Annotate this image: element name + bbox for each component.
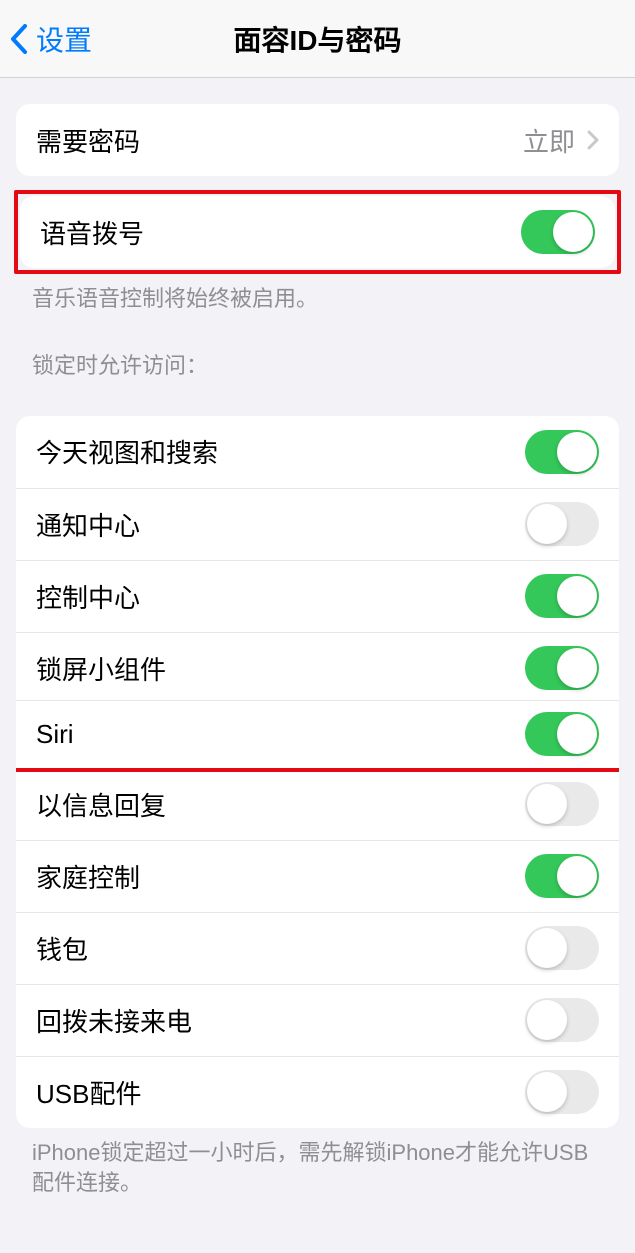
navigation-bar: 设置 面容ID与密码 xyxy=(0,0,635,78)
toggle-knob xyxy=(527,1000,567,1040)
chevron-right-icon xyxy=(587,130,599,150)
allow-access-label: 回拨未接来电 xyxy=(36,1002,192,1039)
allow-access-toggle[interactable] xyxy=(525,926,599,970)
allow-access-toggle[interactable] xyxy=(525,782,599,826)
toggle-knob xyxy=(557,432,597,472)
allow-access-row: Siri xyxy=(16,700,619,772)
chevron-left-icon xyxy=(10,24,28,54)
require-passcode-value: 立即 xyxy=(523,122,599,159)
toggle-knob xyxy=(557,576,597,616)
allow-access-row: 通知中心 xyxy=(16,488,619,560)
allow-access-toggle[interactable] xyxy=(525,854,599,898)
allow-access-label: 控制中心 xyxy=(36,578,140,615)
voice-dial-highlight: 语音拨号 xyxy=(14,190,621,274)
toggle-knob xyxy=(557,648,597,688)
voice-dial-footer: 音乐语音控制将始终被启用。 xyxy=(0,274,635,323)
allow-access-label: 以信息回复 xyxy=(36,786,166,823)
toggle-knob xyxy=(557,714,597,754)
allow-access-toggle[interactable] xyxy=(525,646,599,690)
allow-access-row: 家庭控制 xyxy=(16,840,619,912)
allow-access-label: 钱包 xyxy=(36,930,88,967)
allow-access-row: 今天视图和搜索 xyxy=(16,416,619,488)
allow-access-label: USB配件 xyxy=(36,1074,141,1111)
allow-access-label: 锁屏小组件 xyxy=(36,650,166,687)
voice-dial-label: 语音拨号 xyxy=(40,214,144,251)
require-passcode-label: 需要密码 xyxy=(36,122,140,159)
allow-access-label: 家庭控制 xyxy=(36,858,140,895)
allow-access-toggle[interactable] xyxy=(525,998,599,1042)
allow-access-row: 钱包 xyxy=(16,912,619,984)
toggle-knob xyxy=(527,928,567,968)
back-button[interactable]: 设置 xyxy=(0,19,92,59)
toggle-knob xyxy=(553,212,593,252)
allow-access-toggle[interactable] xyxy=(525,430,599,474)
allow-access-row: 控制中心 xyxy=(16,560,619,632)
allow-access-row: 回拨未接来电 xyxy=(16,984,619,1056)
toggle-knob xyxy=(527,504,567,544)
allow-access-label: 通知中心 xyxy=(36,506,140,543)
allow-access-header: 锁定时允许访问： xyxy=(0,323,635,390)
page-title: 面容ID与密码 xyxy=(0,19,635,59)
allow-access-toggle[interactable] xyxy=(525,1070,599,1114)
require-passcode-row[interactable]: 需要密码 立即 xyxy=(16,104,619,176)
voice-dial-row: 语音拨号 xyxy=(20,196,615,268)
allow-access-row: USB配件 xyxy=(16,1056,619,1128)
allow-access-row: 锁屏小组件 xyxy=(16,632,619,704)
allow-access-label: 今天视图和搜索 xyxy=(36,433,218,470)
allow-access-group: 今天视图和搜索通知中心控制中心锁屏小组件 Siri 以信息回复家庭控制钱包回拨未接来… xyxy=(16,416,619,1128)
allow-access-toggle[interactable] xyxy=(525,502,599,546)
allow-access-row: 以信息回复 xyxy=(16,768,619,840)
allow-access-toggle[interactable] xyxy=(525,712,599,756)
content: 需要密码 立即 语音拨号 音乐语音控制将始终被启用。 锁定时允许访问： 今天视图… xyxy=(0,104,635,1207)
toggle-knob xyxy=(557,856,597,896)
allow-access-footer: iPhone锁定超过一小时后，需先解锁iPhone才能允许USB配件连接。 xyxy=(0,1128,635,1208)
require-passcode-group: 需要密码 立即 xyxy=(16,104,619,176)
toggle-knob xyxy=(527,1072,567,1112)
back-label: 设置 xyxy=(36,19,92,59)
allow-access-label: Siri xyxy=(36,719,74,750)
toggle-knob xyxy=(527,784,567,824)
voice-dial-toggle[interactable] xyxy=(521,210,595,254)
allow-access-toggle[interactable] xyxy=(525,574,599,618)
